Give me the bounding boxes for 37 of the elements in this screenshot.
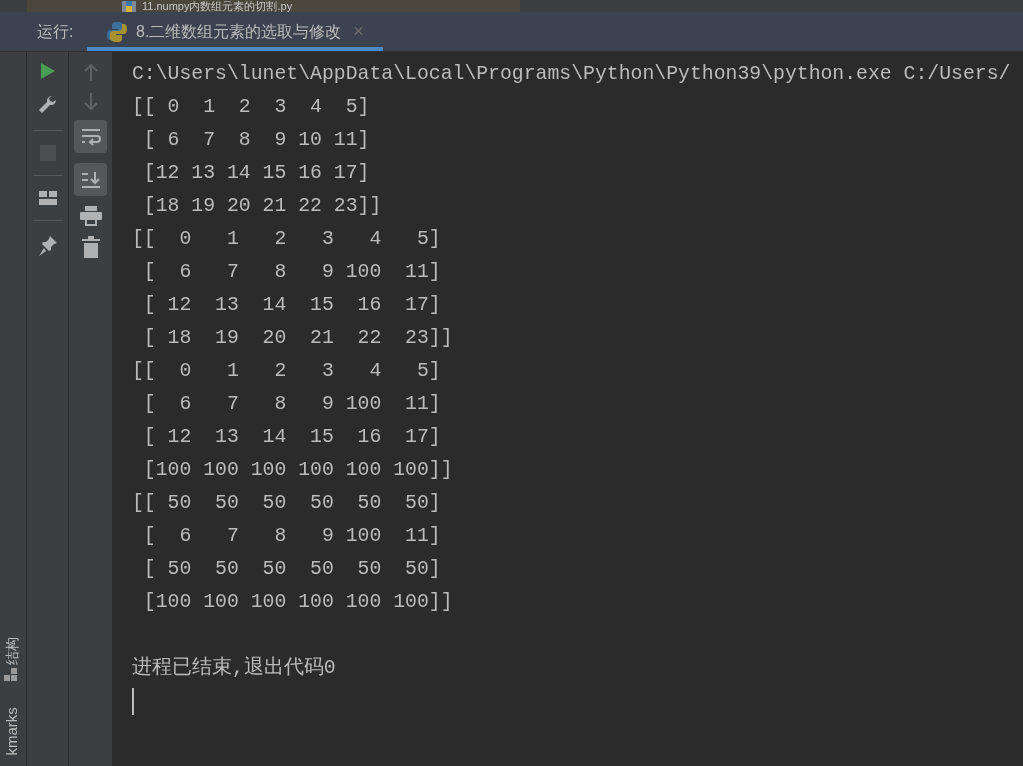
console-line: [ 6 7 8 9 100 11]: [142, 524, 441, 549]
console-line: [[ 0 1 2 3 4 5]: [132, 359, 441, 384]
tab-title: 11.numpy内数组元素的切割.py: [142, 1, 293, 12]
structure-side-tab[interactable]: 结构: [1, 630, 23, 671]
run-icon[interactable]: [39, 62, 56, 80]
console-line: [ 6 7 8 9 10 11]: [142, 128, 370, 153]
console-line: C:\Users\lunet\AppData\Local\Programs\Python\Python39\python.exe C:/Users/: [132, 62, 1011, 87]
text-cursor: [132, 688, 134, 715]
exit-message: 进程已结束,退出代码0: [132, 655, 336, 681]
soft-wrap-button[interactable]: [74, 120, 107, 153]
python-icon: [106, 20, 128, 43]
layout-icon[interactable]: [38, 190, 57, 206]
bookmarks-side-tab[interactable]: kmarks: [0, 707, 24, 766]
console-line: [100 100 100 100 100 100]]: [142, 458, 453, 483]
console-line: [100 100 100 100 100 100]]: [142, 590, 453, 615]
console-line: [12 13 14 15 16 17]: [142, 161, 370, 186]
tab-title: 8.二维数组元素的选取与修改: [136, 21, 342, 42]
console-line: [[ 50 50 50 50 50 50]: [132, 491, 441, 516]
scroll-to-end-icon: [80, 170, 101, 189]
scroll-to-end-button[interactable]: [74, 163, 107, 196]
console-line: [18 19 20 21 22 23]]: [142, 194, 382, 219]
print-icon[interactable]: [79, 206, 102, 226]
soft-wrap-icon: [80, 127, 101, 146]
console-line: [ 6 7 8 9 100 11]: [142, 392, 441, 417]
trash-icon[interactable]: [81, 236, 100, 258]
console-line: [ 12 13 14 15 16 17]: [142, 425, 441, 450]
console-line: [[ 0 1 2 3 4 5]: [132, 95, 370, 120]
structure-icon: [4, 668, 18, 682]
editor-tab[interactable]: 11.numpy内数组元素的切割.py: [27, 0, 520, 12]
run-label: 运行:: [37, 21, 75, 42]
console-line: [[ 0 1 2 3 4 5]: [132, 227, 441, 252]
console-line: [ 6 7 8 9 100 11]: [142, 260, 441, 285]
console-line: [ 50 50 50 50 50 50]: [142, 557, 441, 582]
python-file-icon: [122, 1, 136, 12]
console-line: [ 18 19 20 21 22 23]]: [142, 326, 453, 351]
console-line: [ 12 13 14 15 16 17]: [142, 293, 441, 318]
pin-icon[interactable]: [37, 235, 58, 257]
